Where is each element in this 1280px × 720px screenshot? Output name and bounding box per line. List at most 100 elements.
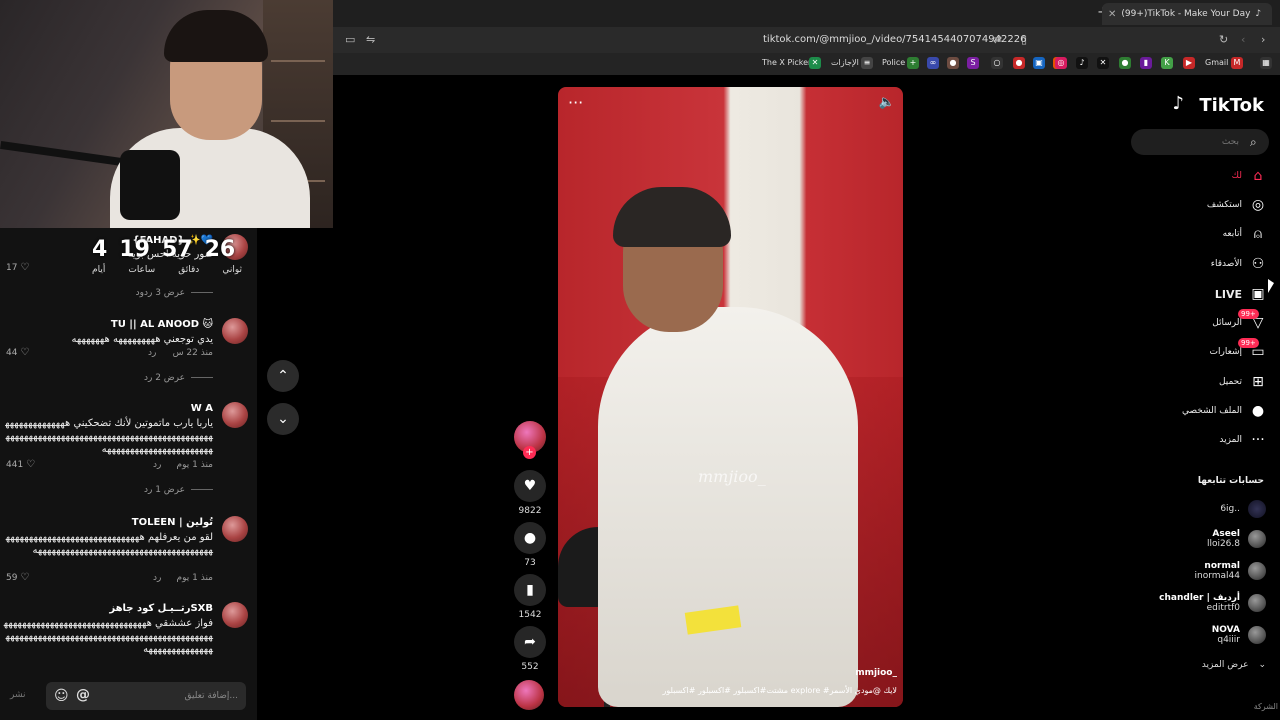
account-name: normal <box>1204 561 1240 571</box>
sidebar-item-friends[interactable]: الأصدقاء ⚇ <box>1211 254 1266 274</box>
site-settings-icon[interactable]: ⇄ <box>993 33 1002 46</box>
view-replies[interactable]: عرض 3 ردود <box>136 288 213 298</box>
reply-button[interactable]: رد <box>153 573 161 583</box>
heart-icon[interactable]: ♡ <box>26 459 35 470</box>
like-count[interactable]: 441 ♡ <box>6 459 35 470</box>
mouse-cursor-icon <box>1268 279 1274 293</box>
view-replies[interactable]: عرض 2 رد <box>144 373 213 383</box>
follow-plus-icon[interactable]: + <box>523 446 536 459</box>
share-action[interactable]: ➦ 552 <box>513 626 547 672</box>
search-icon[interactable]: ⌕ <box>1250 135 1257 150</box>
sidebar-item-inbox[interactable]: إشعارات ▭ 99+ <box>1210 338 1266 362</box>
volume-icon[interactable]: 🔈 <box>879 95 895 110</box>
commenter-avatar[interactable] <box>222 516 248 542</box>
account-avatar <box>1248 626 1266 644</box>
following-account[interactable]: normal inormal44 <box>1194 561 1266 581</box>
comment-user[interactable]: TOLEEN | تُولين <box>132 517 213 528</box>
post-button[interactable]: نشر <box>10 690 26 700</box>
sidebar-item-for-you[interactable]: لك ⌂ <box>1232 166 1266 186</box>
video-author[interactable]: mmjioo_ <box>855 668 897 678</box>
url-field[interactable]: tiktok.com/@mmjioo_/video/75414544070749… <box>763 34 1026 45</box>
following-accounts-title: حسابات تتابعها <box>1197 476 1264 486</box>
like-count[interactable]: 59 ♡ <box>6 572 29 583</box>
close-icon[interactable]: ✕ <box>1108 9 1116 20</box>
commenter-avatar[interactable] <box>222 318 248 344</box>
reply-button[interactable]: رد <box>148 348 156 358</box>
comment-icon[interactable]: ● <box>514 522 546 554</box>
inbox-badge: 99+ <box>1238 338 1259 348</box>
like-count[interactable]: 44 ♡ <box>6 347 29 358</box>
emoji-icon[interactable]: ☺ <box>54 688 69 704</box>
save-action[interactable]: ▮ 1542 <box>513 574 547 620</box>
bookmark-gmail[interactable]: Gmail <box>1205 58 1228 67</box>
reply-button[interactable]: رد <box>153 460 161 470</box>
commenter-avatar[interactable] <box>222 402 248 428</box>
account-handle: inormal44 <box>1194 571 1241 581</box>
like-count: 9822 <box>518 506 542 516</box>
like-number: 59 <box>6 573 18 583</box>
browser-tab[interactable]: ✕ (99+)TikTok - Make Your Day ♪ <box>1102 3 1272 25</box>
sidebar-toggle-icon[interactable]: ▭ <box>345 33 355 46</box>
heart-icon[interactable]: ♡ <box>20 262 29 273</box>
previous-video-button[interactable]: ⌃ <box>267 360 299 392</box>
see-more-button[interactable]: عرض المزيد ⌄ <box>1202 660 1266 670</box>
sidebar-item-label: الرسائل <box>1212 318 1242 328</box>
account-handle: lloi26.8 <box>1206 539 1240 549</box>
microphone <box>120 150 180 220</box>
like-number: 44 <box>6 348 18 358</box>
search-input[interactable] <box>1131 129 1269 155</box>
tiktok-logo[interactable]: TikTok <box>1199 95 1264 116</box>
sidebar-item-label: استكشف <box>1206 200 1242 210</box>
sidebar-item-profile[interactable]: الملف الشخصي ● <box>1182 401 1266 421</box>
bookmark-police[interactable]: Police <box>882 58 905 67</box>
next-video-button[interactable]: ⌄ <box>267 403 299 435</box>
share-count: 552 <box>521 662 539 672</box>
apps-grid-icon[interactable]: ▦ <box>1260 57 1272 69</box>
following-account[interactable]: 6ig.. <box>1220 500 1266 518</box>
company-link[interactable]: الشركة <box>1254 702 1278 711</box>
account-avatar <box>1248 562 1266 580</box>
following-account[interactable]: NOVA q4iiir <box>1212 625 1266 645</box>
comment-action[interactable]: ● 73 <box>513 522 547 568</box>
bookmark-icon[interactable]: ▯ <box>1021 33 1027 46</box>
reload-icon[interactable]: ↻ <box>1219 33 1228 46</box>
comments-panel[interactable]: {FAHAD} ✨💙 صور حويه احس بويه 17 ♡ عرض 3 … <box>0 228 257 720</box>
account-avatar <box>1248 594 1266 612</box>
video-player[interactable]: mmjioo_ ··· 🔈 mmjioo_ مشتت#اكسبلور #اكسب… <box>558 87 903 707</box>
more-options-icon[interactable]: ··· <box>568 93 583 112</box>
following-account[interactable]: Aseel lloi26.8 <box>1207 529 1266 549</box>
sidebar-item-explore[interactable]: استكشف ◎ <box>1207 195 1266 215</box>
music-disc[interactable] <box>514 680 544 710</box>
sidebar-item-label: تحميل <box>1218 377 1242 387</box>
comment-user[interactable]: W A <box>191 403 213 414</box>
like-count[interactable]: 17 ♡ <box>6 262 29 273</box>
sidebar-item-more[interactable]: المزيد ··· <box>1219 430 1266 450</box>
forward-icon[interactable]: › <box>1261 33 1265 46</box>
translate-icon[interactable]: ⇋ <box>366 33 375 46</box>
comment-user[interactable]: TU || AL ANOOD 🐱 <box>111 319 213 330</box>
heart-icon[interactable]: ♡ <box>20 572 29 583</box>
view-replies[interactable]: عرض 1 رد <box>144 485 213 495</box>
bookmark-vacations[interactable]: الإجازات <box>831 58 859 67</box>
heart-icon[interactable]: ♡ <box>20 347 29 358</box>
comment-user[interactable]: رتــيـل كود جاهزSXB <box>109 603 213 614</box>
sidebar-item-following[interactable]: أتابعه ⍝ <box>1223 224 1266 244</box>
back-icon[interactable]: ‹ <box>1241 33 1245 46</box>
countdown-labels: أيام ساعات دقائق ثواني <box>92 265 242 275</box>
countdown-label-minutes: دقائق <box>178 265 200 275</box>
twitch-icon: ▮ <box>1140 57 1152 69</box>
comment-time: منذ 22 س <box>172 348 213 358</box>
sidebar-item-live[interactable]: LIVE ▣ <box>1215 284 1266 304</box>
heart-icon[interactable]: ♥ <box>514 470 546 502</box>
commenter-avatar[interactable] <box>222 602 248 628</box>
bookmark-x-picker[interactable]: The X Picker <box>762 58 811 67</box>
sidebar-item-upload[interactable]: تحميل ⊞ <box>1219 372 1266 392</box>
messages-badge: 99+ <box>1238 309 1259 319</box>
share-icon[interactable]: ➦ <box>514 626 546 658</box>
mention-icon[interactable]: @ <box>76 687 90 703</box>
like-action[interactable]: ♥ 9822 <box>513 470 547 516</box>
following-account[interactable]: chandler | أرديف editrtf0 <box>1159 593 1266 613</box>
countdown-hours: 19 <box>119 237 150 262</box>
bookmark-icon[interactable]: ▮ <box>514 574 546 606</box>
sidebar-item-messages[interactable]: الرسائل ▽ 99+ <box>1212 309 1266 333</box>
